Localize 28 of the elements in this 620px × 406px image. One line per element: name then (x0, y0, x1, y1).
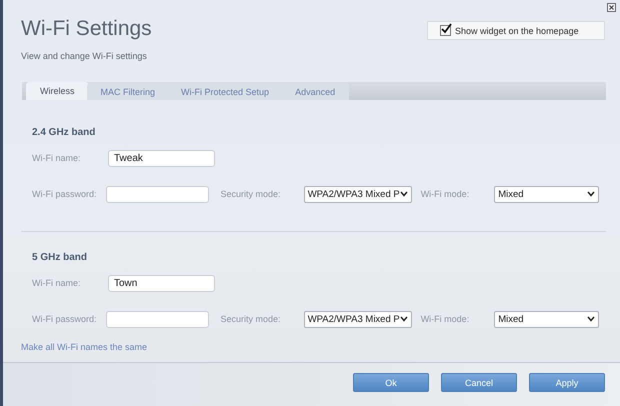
chevron-icon (400, 316, 408, 322)
field-label: Wi-Fi name: (32, 153, 82, 163)
chevron-icon (587, 316, 595, 322)
field-label: Wi-Fi name: (32, 278, 82, 288)
security-mode-dropdown[interactable]: WPA2/WPA3 Mixed P (304, 186, 412, 202)
chevron-icon (587, 191, 595, 197)
field-label: Wi-Fi mode: (420, 189, 470, 199)
close-icon[interactable] (607, 3, 616, 12)
checkbox-label: Show widget on the homepage (455, 26, 579, 36)
wifi-password-field[interactable] (106, 186, 210, 202)
wifi-mode-dropdown[interactable]: Mixed (494, 186, 599, 202)
wifi-password-field[interactable] (106, 310, 210, 328)
field-label: Wi-Fi password: (32, 314, 98, 324)
wifi-name-field[interactable]: Town (108, 274, 215, 292)
chevron-icon (400, 191, 408, 197)
field-label: Security mode: (220, 314, 282, 324)
page-title: Wi-Fi Settings (21, 17, 152, 41)
band-title: 5 GHz band (32, 252, 88, 265)
tab[interactable]: Wireless (26, 82, 89, 100)
page-subtitle: View and change Wi-Fi settings (21, 51, 148, 61)
field-label: Security mode: (220, 189, 282, 199)
wifi-name-field[interactable]: Tweak (108, 150, 215, 166)
band-title: 2.4 GHz band (32, 127, 96, 140)
wifi-mode-dropdown[interactable]: Mixed (494, 310, 599, 328)
field-label: Wi-Fi mode: (420, 314, 470, 324)
security-mode-dropdown[interactable]: WPA2/WPA3 Mixed P (304, 310, 412, 328)
widget-checkbox[interactable] (440, 25, 451, 36)
field-label: Wi-Fi password: (32, 189, 98, 199)
